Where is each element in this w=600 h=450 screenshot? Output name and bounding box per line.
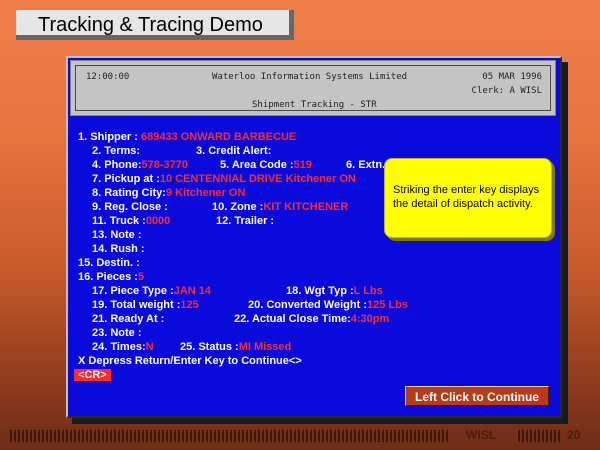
field-actual-close: 22. Actual Close Time:4:30pm (234, 312, 389, 326)
ready-at-label: 21. Ready At : (92, 313, 165, 325)
header-date: 05 MAR 1996 (482, 72, 542, 82)
field-ready-at: 21. Ready At : (92, 312, 164, 326)
field-shipper: 1. Shipper : 689433 ONWARD BARBECUE (78, 130, 296, 144)
actual-close-value[interactable]: 4:30pm (351, 313, 390, 325)
note-13-label: 13. Note : (92, 229, 142, 241)
field-terms: 2. Terms: (92, 144, 140, 158)
cr-indicator: <CR> (74, 369, 111, 381)
field-times: 24. Times:N (92, 340, 154, 354)
converted-weight-label: 20. Converted Weight : (248, 299, 367, 311)
truck-value[interactable]: 0000 (146, 215, 170, 227)
piece-type-label: 17. Piece Type : (92, 285, 174, 297)
field-zone: 10. Zone :KIT KITCHENER (212, 200, 348, 214)
field-credit-alert: 3. Credit Alert: (196, 144, 271, 158)
total-weight-value[interactable]: 125 (180, 299, 198, 311)
rating-city-value[interactable]: 9 Kitchener ON (166, 187, 245, 199)
times-value[interactable]: N (146, 341, 154, 353)
field-wgt-typ: 18. Wgt Typ :L Lbs (286, 284, 383, 298)
field-reg-close: 9. Reg. Close : (92, 200, 168, 214)
field-extn: 6. Extn. (346, 158, 385, 172)
wgt-typ-value[interactable]: L Lbs (354, 285, 383, 297)
rating-city-label: 8. Rating City: (92, 187, 166, 199)
zone-label: 10. Zone : (212, 201, 264, 213)
page-number: 20 (567, 428, 581, 442)
converted-weight-value[interactable]: 125 Lbs (367, 299, 408, 311)
status-value[interactable]: MI Missed (239, 341, 292, 353)
terms-label: 2. Terms: (92, 145, 141, 157)
field-converted-weight: 20. Converted Weight :125 Lbs (248, 298, 408, 312)
pieces-value[interactable]: 5 (138, 271, 144, 283)
status-label: 25. Status : (180, 341, 239, 353)
field-truck: 11. Truck :0000 (92, 214, 170, 228)
shipper-value[interactable]: 689433 ONWARD BARBECUE (141, 131, 296, 143)
destin-label: 15. Destin. : (78, 257, 140, 269)
total-weight-label: 19. Total weight : (92, 299, 181, 311)
area-code-value[interactable]: 519 (294, 159, 312, 171)
header-clerk: Clerk: A WISL (471, 86, 542, 96)
phone-label: 4. Phone: (92, 159, 142, 171)
shipper-label: 1. Shipper : (78, 131, 138, 143)
reg-close-label: 9. Reg. Close : (92, 201, 168, 213)
area-code-label: 5. Area Code : (220, 159, 294, 171)
wgt-typ-label: 18. Wgt Typ : (286, 285, 354, 297)
field-trailer: 12. Trailer : (216, 214, 274, 228)
header-time: 12:00:00 (86, 72, 130, 82)
field-pickup: 7. Pickup at :10 CENTENNIAL DRIVE Kitche… (92, 172, 356, 186)
header-screen-title: Shipment Tracking - STR (252, 100, 377, 110)
piece-type-value[interactable]: JAN 14 (174, 285, 211, 297)
footer-stripe-left (10, 430, 450, 442)
field-phone: 4. Phone:578-3770 (92, 158, 188, 172)
footer-stripe-right (518, 430, 562, 442)
trailer-label: 12. Trailer : (216, 215, 275, 227)
extn-label: 6. Extn. (346, 159, 386, 171)
header-company: Waterloo Information Systems Limited (212, 72, 408, 82)
field-note-13: 13. Note : (92, 228, 142, 242)
field-piece-type: 17. Piece Type :JAN 14 (92, 284, 211, 298)
continue-button[interactable]: Left Click to Continue (405, 386, 549, 406)
zone-value[interactable]: KIT KITCHENER (263, 201, 348, 213)
pickup-label: 7. Pickup at : (92, 173, 160, 185)
field-area-code: 5. Area Code :519 (220, 158, 312, 172)
truck-label: 11. Truck : (92, 215, 146, 227)
field-rush: 14. Rush : (92, 242, 145, 256)
note-23-label: 23. Note : (92, 327, 142, 339)
actual-close-label: 22. Actual Close Time: (234, 313, 351, 325)
field-note-23: 23. Note : (92, 326, 142, 340)
footer-brand: WISL (466, 428, 496, 442)
times-label: 24. Times: (92, 341, 146, 353)
pieces-label: 16. Pieces : (78, 271, 138, 283)
field-destin: 15. Destin. : (78, 256, 140, 270)
terminal-header-panel: 12:00:00 Waterloo Information Systems Li… (75, 65, 551, 111)
field-status: 25. Status :MI Missed (180, 340, 291, 354)
slide-title: Tracking & Tracing Demo (16, 10, 294, 40)
continue-prompt: X Depress Return/Enter Key to Continue<> (78, 355, 302, 367)
credit-alert-label: 3. Credit Alert: (196, 145, 272, 157)
phone-value[interactable]: 578-3770 (142, 159, 189, 171)
field-total-weight: 19. Total weight :125 (92, 298, 199, 312)
field-pieces: 16. Pieces :5 (78, 270, 144, 284)
tooltip-callout: Striking the enter key displays the deta… (384, 158, 552, 238)
field-rating-city: 8. Rating City:9 Kitchener ON (92, 186, 245, 200)
pickup-value[interactable]: 10 CENTENNIAL DRIVE Kitchener ON (160, 173, 356, 185)
rush-label: 14. Rush : (92, 243, 145, 255)
terminal-header: 12:00:00 Waterloo Information Systems Li… (70, 60, 556, 116)
